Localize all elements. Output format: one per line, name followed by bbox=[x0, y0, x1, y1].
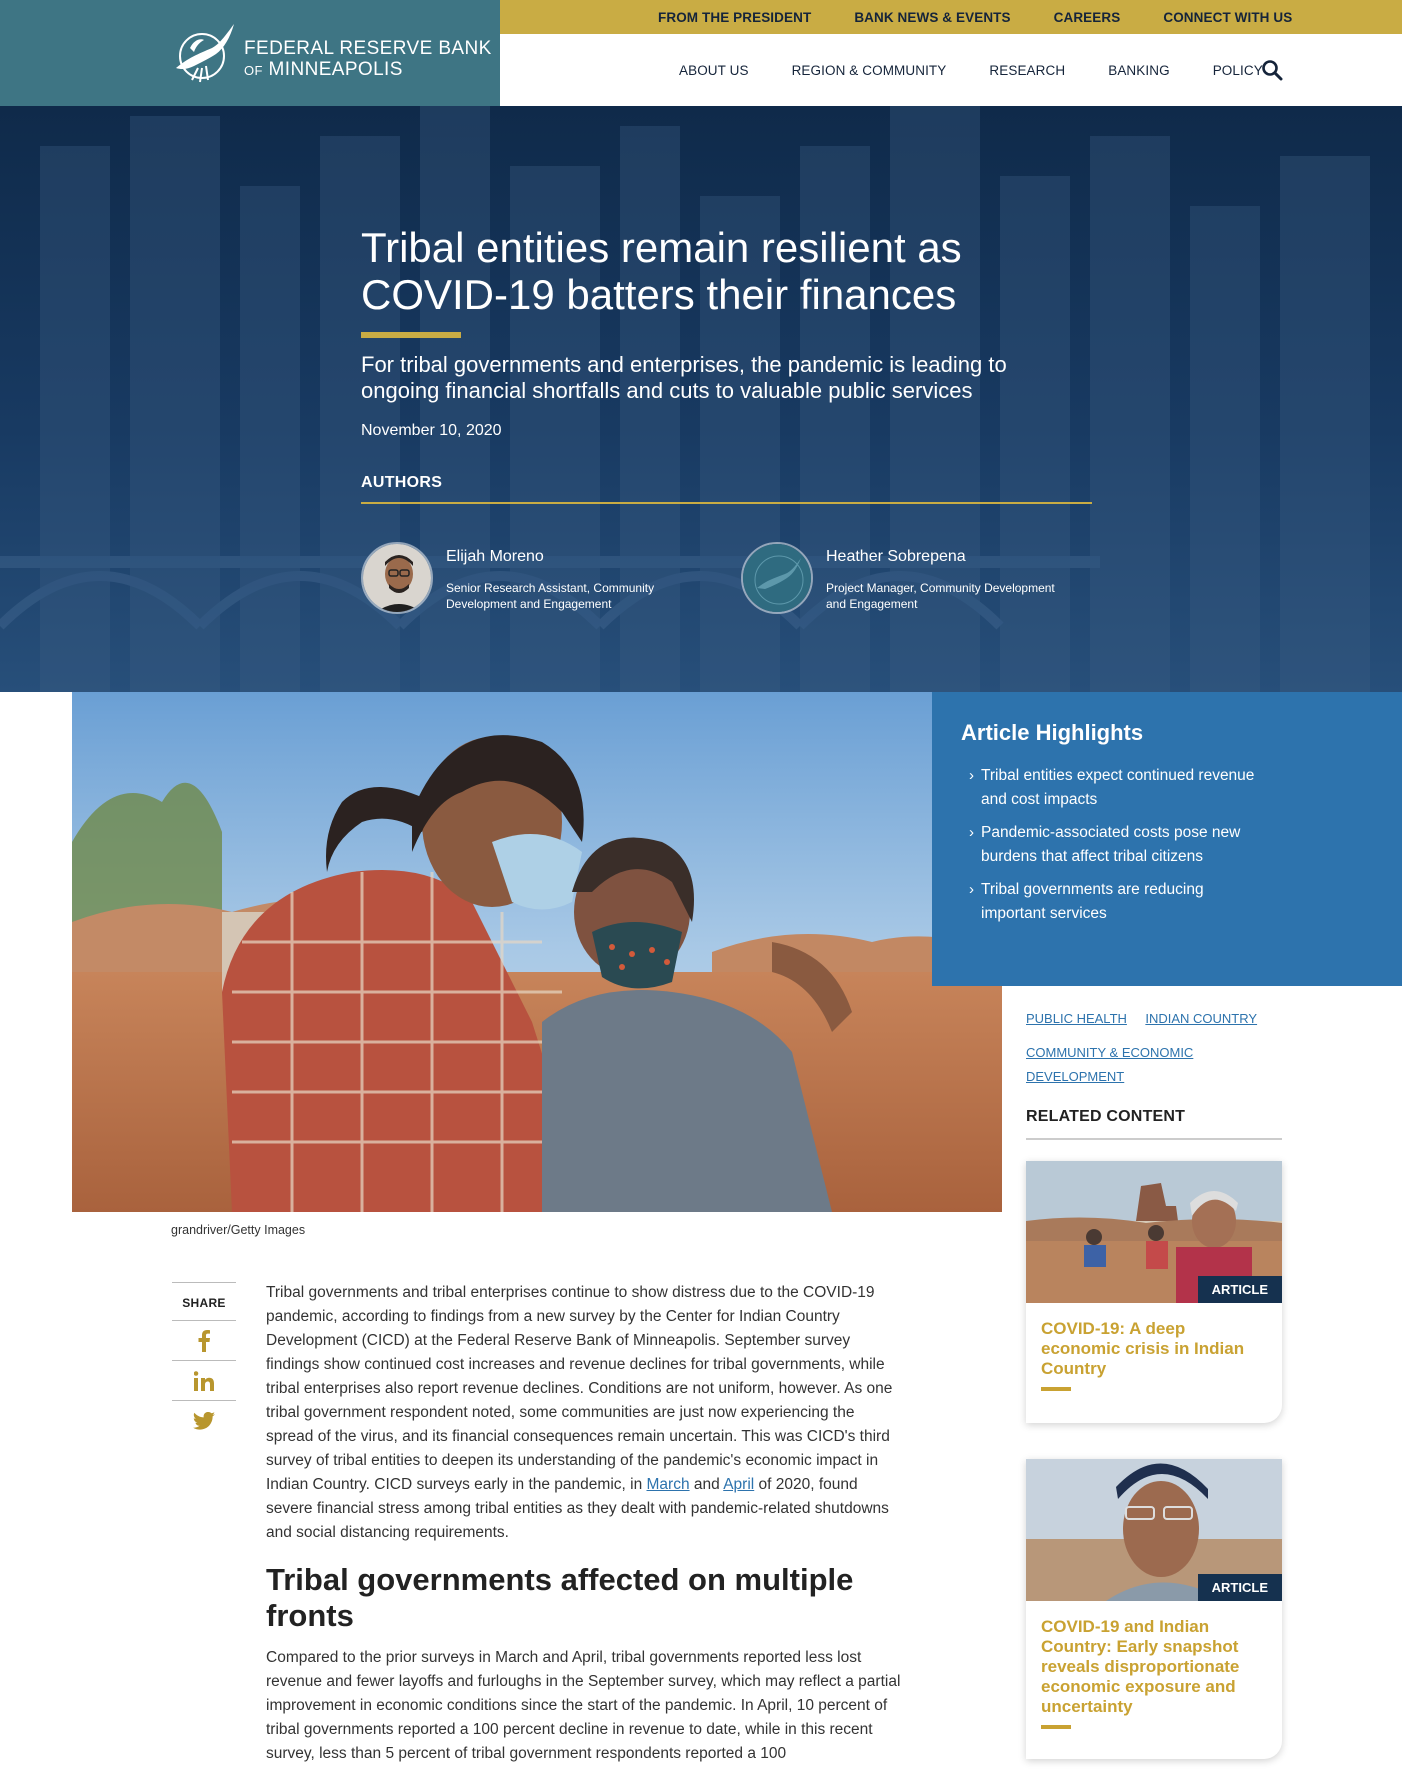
avatar bbox=[361, 542, 433, 614]
photo-caption: grandriver/Getty Images bbox=[171, 1223, 306, 1237]
article-paragraph: Compared to the prior surveys in March a… bbox=[266, 1649, 901, 1762]
content-type-badge: ARTICLE bbox=[1197, 1574, 1282, 1601]
feature-photo bbox=[72, 692, 1002, 1212]
article-title: Tribal entities remain resilient as COVI… bbox=[361, 224, 962, 318]
article-hero: Tribal entities remain resilient as COVI… bbox=[0, 106, 1402, 692]
card-accent-rule bbox=[1041, 1387, 1071, 1391]
author-name: Heather Sobrepena bbox=[826, 548, 966, 565]
twitter-icon bbox=[193, 1412, 215, 1430]
share-twitter-button[interactable] bbox=[172, 1401, 236, 1441]
logo-line1: FEDERAL RESERVE BANK bbox=[244, 38, 492, 59]
utility-nav: FROM THE PRESIDENT BANK NEWS & EVENTS CA… bbox=[500, 0, 1402, 34]
utility-nav-connect-with-us[interactable]: CONNECT WITH US bbox=[1163, 10, 1292, 25]
logo-line2-prefix: OF bbox=[244, 63, 263, 78]
share-panel: SHARE bbox=[172, 1282, 236, 1441]
related-content-heading: RELATED CONTENT bbox=[1026, 1108, 1186, 1125]
list-item: Tribal entities expect continued revenue… bbox=[969, 764, 1261, 812]
avatar bbox=[741, 542, 813, 614]
content-type-badge: ARTICLE bbox=[1197, 1276, 1282, 1303]
article-subtitle: For tribal governments and enterprises, … bbox=[361, 352, 1007, 403]
share-facebook-button[interactable] bbox=[172, 1321, 236, 1361]
article-date: November 10, 2020 bbox=[361, 422, 502, 439]
logo-line2-main: MINNEAPOLIS bbox=[268, 59, 403, 80]
utility-nav-bank-news-events[interactable]: BANK NEWS & EVENTS bbox=[854, 10, 1010, 25]
author-role: Senior Research Assistant, Community Dev… bbox=[446, 581, 655, 611]
logo-text: FEDERAL RESERVE BANK OF MINNEAPOLIS bbox=[244, 38, 492, 81]
paragraph-text: Tribal governments and tribal enterprise… bbox=[266, 1284, 893, 1493]
nav-region-community[interactable]: REGION & COMMUNITY bbox=[792, 63, 947, 78]
related-content-divider bbox=[1026, 1138, 1282, 1140]
search-icon[interactable] bbox=[1261, 59, 1283, 81]
article-intro-paragraph: Tribal governments and tribal enterprise… bbox=[266, 1281, 906, 1545]
site-logo[interactable]: FEDERAL RESERVE BANK OF MINNEAPOLIS bbox=[0, 0, 500, 122]
author-role: Project Manager, Community Development a… bbox=[826, 581, 1055, 611]
tag-public-health[interactable]: PUBLIC HEALTH bbox=[1026, 1007, 1127, 1031]
facebook-icon bbox=[198, 1329, 210, 1352]
nav-research[interactable]: RESEARCH bbox=[989, 63, 1065, 78]
card-title: COVID-19 and Indian Country: Early snaps… bbox=[1041, 1617, 1240, 1716]
card-accent-rule bbox=[1041, 1725, 1071, 1729]
card-title: COVID-19: A deep economic crisis in Indi… bbox=[1041, 1319, 1245, 1378]
logo-line2: OF MINNEAPOLIS bbox=[244, 59, 492, 81]
topic-tags: PUBLIC HEALTH INDIAN COUNTRY COMMUNITY &… bbox=[1026, 1007, 1286, 1084]
tag-indian-country[interactable]: INDIAN COUNTRY bbox=[1145, 1007, 1257, 1031]
eagle-logo-icon bbox=[176, 24, 234, 83]
link-april-survey[interactable]: April bbox=[723, 1476, 754, 1493]
nav-about-us[interactable]: ABOUT US bbox=[679, 63, 749, 78]
linkedin-icon bbox=[194, 1370, 214, 1391]
authors-divider bbox=[361, 502, 1092, 504]
share-label: SHARE bbox=[172, 1282, 236, 1321]
list-item: Tribal governments are reducing importan… bbox=[969, 878, 1261, 926]
share-linkedin-button[interactable] bbox=[172, 1361, 236, 1401]
card-image: ARTICLE bbox=[1026, 1459, 1282, 1601]
title-underline bbox=[361, 332, 461, 338]
author-name: Elijah Moreno bbox=[446, 548, 544, 565]
article-highlights: Article Highlights Tribal entities expec… bbox=[932, 692, 1402, 986]
nav-banking[interactable]: BANKING bbox=[1108, 63, 1169, 78]
nav-policy[interactable]: POLICY bbox=[1213, 63, 1263, 78]
author-card[interactable]: Elijah Moreno Senior Research Assistant,… bbox=[361, 536, 741, 616]
list-item: Pandemic-associated costs pose new burde… bbox=[969, 821, 1261, 869]
related-card[interactable]: ARTICLE COVID-19 and Indian Country: Ear… bbox=[1026, 1459, 1282, 1759]
authors-heading: AUTHORS bbox=[361, 474, 443, 491]
link-march-survey[interactable]: March bbox=[647, 1476, 690, 1493]
paragraph-text: and bbox=[693, 1476, 720, 1493]
highlights-heading: Article Highlights bbox=[961, 720, 1144, 745]
tag-community-economic-development[interactable]: COMMUNITY & ECONOMIC DEVELOPMENT bbox=[1026, 1041, 1226, 1089]
related-card[interactable]: ARTICLE COVID-19: A deep economic crisis… bbox=[1026, 1161, 1282, 1423]
section-heading: Tribal governments affected on multiple … bbox=[266, 1562, 854, 1633]
highlights-list: Tribal entities expect continued revenue… bbox=[961, 764, 1402, 926]
utility-nav-careers[interactable]: CAREERS bbox=[1054, 10, 1121, 25]
author-card[interactable]: Heather Sobrepena Project Manager, Commu… bbox=[741, 536, 1121, 616]
utility-nav-from-the-president[interactable]: FROM THE PRESIDENT bbox=[658, 10, 811, 25]
card-image: ARTICLE bbox=[1026, 1161, 1282, 1303]
